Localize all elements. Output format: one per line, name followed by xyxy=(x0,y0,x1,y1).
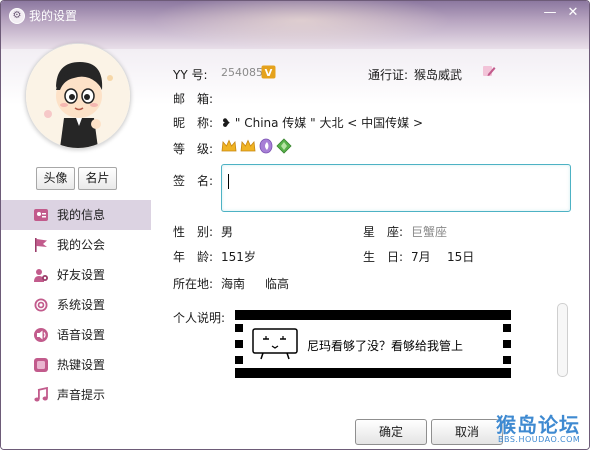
card-button[interactable]: 名片 xyxy=(78,167,117,190)
art-bar-bottom xyxy=(235,368,511,378)
birthday-day: 15日 xyxy=(447,250,475,264)
sidebar-item-label: 我的公会 xyxy=(57,238,106,252)
zodiac-label: 星 座: xyxy=(363,225,404,239)
text-caret xyxy=(228,174,229,189)
zodiac-value: 巨蟹座 xyxy=(411,225,448,239)
vip-badge-icon: V xyxy=(261,65,276,79)
close-button[interactable]: ✕ xyxy=(564,5,582,21)
signature-input[interactable] xyxy=(221,164,571,212)
gear-icon xyxy=(34,298,48,312)
birthday-month: 7月 xyxy=(411,250,431,264)
svg-text:V: V xyxy=(265,68,273,79)
minimize-button[interactable]: — xyxy=(541,5,559,21)
description-art: 尼玛看够了没？看够给我管上 xyxy=(235,310,511,378)
sidebar-item-label: 热键设置 xyxy=(57,358,106,372)
watermark-title: 猴岛论坛 xyxy=(496,413,580,437)
avatar-button[interactable]: 头像 xyxy=(36,167,75,190)
description-label: 个人说明: xyxy=(173,311,226,325)
location-city: 临高 xyxy=(265,277,290,291)
level-label: 等 级: xyxy=(173,142,214,156)
gender-value: 男 xyxy=(221,225,234,239)
cancel-button[interactable]: 取消 xyxy=(431,419,503,445)
settings-window: ⚙ 我的设置 — ✕ 头像 名片 我的信息 我的公会 好友设置 系统设置 语音设… xyxy=(0,0,590,450)
art-bar-top xyxy=(235,310,511,320)
sidebar-item-label: 系统设置 xyxy=(57,298,106,312)
age-value: 151岁 xyxy=(221,250,256,264)
face-emoticon-icon xyxy=(252,328,298,360)
sidebar-item-system[interactable]: 系统设置 xyxy=(1,290,151,320)
diamond-leaf-icon xyxy=(276,138,292,154)
sidebar-item-label: 语音设置 xyxy=(57,328,106,342)
sidebar-item-my-guild[interactable]: 我的公会 xyxy=(1,230,151,260)
sidebar-item-sound-alerts[interactable]: 声音提示 xyxy=(1,380,151,410)
crown-icon xyxy=(240,139,256,152)
sidebar-item-label: 好友设置 xyxy=(57,268,106,282)
yy-number-label: YY 号: xyxy=(173,68,208,82)
friends-gear-icon xyxy=(34,269,48,282)
art-block xyxy=(503,356,511,364)
sidebar-item-friends[interactable]: 好友设置 xyxy=(1,260,151,290)
location-label: 所在地: xyxy=(173,277,214,291)
art-block xyxy=(235,356,243,364)
art-block xyxy=(235,324,243,332)
nickname-value: ❥ " China 传媒 " 大北 < 中国传媒 > xyxy=(221,116,423,130)
nickname-label: 昵 称: xyxy=(173,116,214,130)
edit-pencil-icon[interactable] xyxy=(482,64,496,78)
art-block xyxy=(503,324,511,332)
watermark-logo: 猴岛论坛 BBS.HOUDAO.COM xyxy=(496,409,588,447)
art-block xyxy=(503,340,511,348)
sidebar: 头像 名片 我的信息 我的公会 好友设置 系统设置 语音设置 热键设置 声音提示 xyxy=(1,1,151,449)
sidebar-item-my-info[interactable]: 我的信息 xyxy=(1,200,151,230)
sidebar-item-hotkeys[interactable]: 热键设置 xyxy=(1,350,151,380)
gender-label: 性 别: xyxy=(173,225,214,239)
music-note-icon xyxy=(34,387,48,402)
location-province: 海南 xyxy=(221,277,246,291)
passport-value: 猴岛威武 xyxy=(414,68,463,82)
birthday-label: 生 日: xyxy=(363,250,404,264)
description-text: 尼玛看够了没？看够给我管上 xyxy=(307,339,464,353)
cartoon-avatar-icon xyxy=(26,44,130,148)
art-block xyxy=(235,340,243,348)
flag-icon xyxy=(35,238,47,252)
sidebar-item-voice[interactable]: 语音设置 xyxy=(1,320,151,350)
description-scrollbar[interactable] xyxy=(557,303,568,377)
crown-icon xyxy=(221,139,237,152)
ok-button[interactable]: 确定 xyxy=(355,419,427,445)
signature-label: 签 名: xyxy=(173,174,214,188)
watermark-url: BBS.HOUDAO.COM xyxy=(498,435,581,444)
yy-number-value: 254085 xyxy=(221,66,263,79)
passport-label: 通行证: xyxy=(368,68,409,82)
age-label: 年 龄: xyxy=(173,250,214,264)
sidebar-item-label: 声音提示 xyxy=(57,388,106,402)
keyboard-key-icon xyxy=(34,358,48,372)
email-label: 邮 箱: xyxy=(173,92,214,106)
sidebar-item-label: 我的信息 xyxy=(57,208,106,222)
moon-badge-icon xyxy=(259,138,273,154)
avatar[interactable] xyxy=(25,43,131,149)
speaker-icon xyxy=(34,328,48,342)
profile-card-icon xyxy=(34,209,48,221)
title-glow xyxy=(151,1,451,49)
